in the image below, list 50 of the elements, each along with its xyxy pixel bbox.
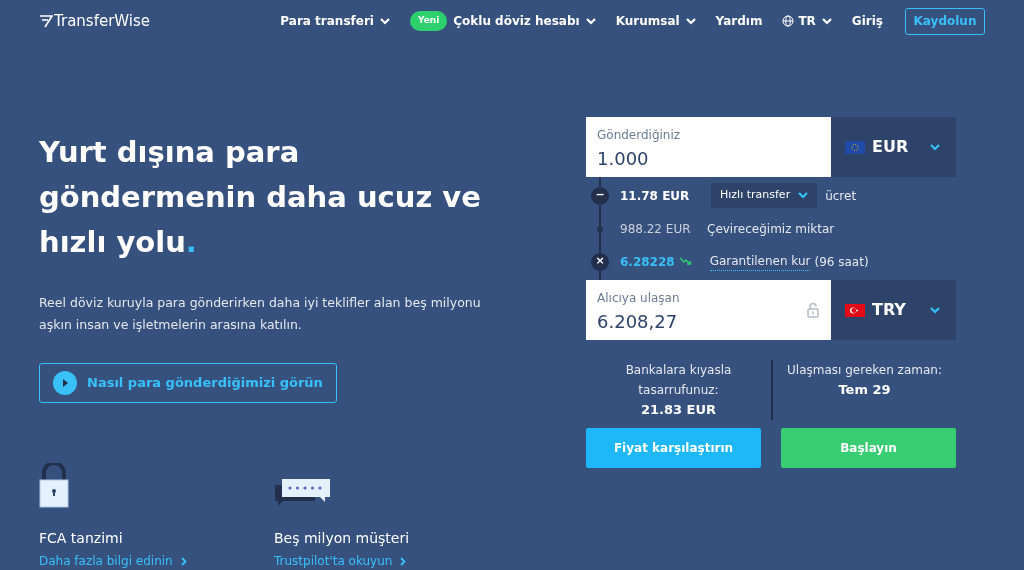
amount-field[interactable]: Gönderdiğiniz 1.000 (586, 117, 831, 177)
exchange-rate: 6.28228 (620, 253, 675, 271)
caret-icon (930, 306, 940, 314)
arrival-label: Ulaşması gereken zaman: (787, 362, 942, 379)
hero-heading: Yurt dışına para göndermenin daha ucuz ve hızlı yolu. (39, 134, 482, 261)
signup-button[interactable]: Kaydolun (905, 7, 985, 35)
new-badge: Yeni (409, 11, 448, 31)
converted-label: Çevireceğimiz miktar (707, 220, 835, 238)
nav-link[interactable]: Giriş (851, 12, 883, 30)
currency-selector[interactable]: TRY (831, 280, 956, 340)
amount-value: 1.000 (597, 147, 649, 171)
amount-field[interactable]: Alıcıya ulaşan 6.208,27 (586, 280, 831, 340)
video-button[interactable]: Nasıl para gönderdiğimizi görün (39, 363, 337, 403)
feature-link[interactable]: Daha fazla bilgi edinin (39, 552, 274, 570)
hero-description: Reel döviz kuruyla para gönderirken daha iyi teklifler alan beş milyonu aşkın insan ve işletmelerin arasına katılın. (39, 294, 482, 334)
play-icon (53, 371, 77, 395)
review-bubble-icon (274, 478, 331, 508)
chevron-right-icon (400, 556, 407, 566)
chevron-right-icon (180, 556, 187, 566)
trend-down-icon (678, 257, 692, 266)
nav-link[interactable]: TR (782, 12, 832, 30)
logo-icon (39, 14, 53, 28)
operator-icon: × (591, 252, 609, 271)
savings-value: 21.83 EUR (640, 401, 717, 419)
transfer-type-dropdown[interactable]: Hızlı transfer (711, 183, 818, 208)
field-label: Gönderdiğiniz (597, 127, 682, 144)
padlock-icon (39, 463, 69, 508)
amount-value: 6.208,27 (597, 310, 678, 334)
savings-label: Bankalara kıyasla tasarrufunuz: (624, 362, 733, 399)
feature-title: FCA tanzimi (39, 529, 124, 548)
nav-link[interactable]: Yardım (715, 12, 763, 30)
caret-icon (930, 143, 940, 151)
nav-link[interactable]: Çoklu döviz hesabı (453, 12, 596, 30)
caret-icon (798, 192, 809, 199)
field-label: Alıcıya ulaşan (597, 290, 681, 307)
operator-icon: − (591, 186, 609, 205)
nav-link[interactable]: Kurumsal (615, 12, 696, 30)
logo-text: TransferWise (54, 10, 151, 32)
currency-selector[interactable]: EUR (831, 117, 956, 177)
arrival-value: Tem 29 (838, 381, 891, 399)
eu-flag-icon (845, 140, 865, 154)
nav-link[interactable]: Para transferi (280, 12, 390, 30)
rate-note: (96 saat) (814, 253, 869, 271)
converted-amount: 988.22 EUR (620, 220, 692, 238)
fee-label: ücret (825, 187, 857, 205)
turkey-flag-icon (845, 303, 865, 317)
fee-amount: 11.78 EUR (620, 187, 691, 205)
feature-link[interactable]: Trustpilot'ta okuyun (274, 552, 509, 570)
guaranteed-rate-link[interactable]: Garantilenen kur (709, 252, 811, 271)
feature-title: Beş milyon müşteri (274, 529, 411, 548)
